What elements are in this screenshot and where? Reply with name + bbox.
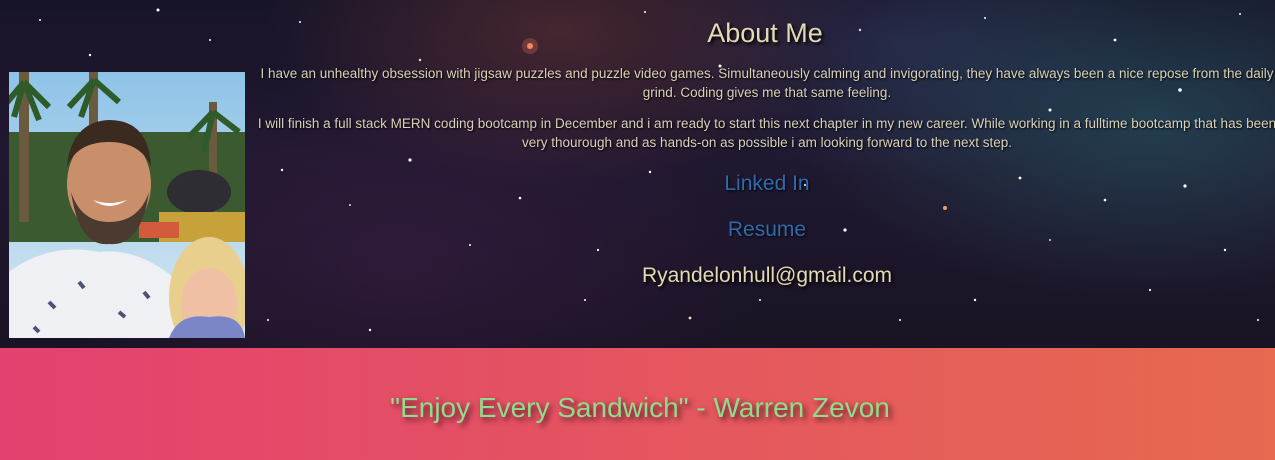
profile-photo	[9, 72, 245, 338]
about-section: About Me I have an unhealthy obsession w…	[0, 0, 1275, 348]
linkedin-link[interactable]: Linked In	[255, 172, 1275, 196]
page: About Me I have an unhealthy obsession w…	[0, 0, 1275, 460]
footer-quote: "Enjoy Every Sandwich" - Warren Zevon	[390, 392, 890, 423]
resume-link[interactable]: Resume	[255, 218, 1275, 242]
about-title: About Me	[707, 18, 823, 48]
email-link[interactable]: Ryandelonhull@gmail.com	[255, 264, 1275, 288]
bio-paragraph-2: I will finish a full stack MERN coding b…	[257, 116, 1275, 150]
bio-paragraph-1: I have an unhealthy obsession with jigsa…	[260, 66, 1274, 100]
footer: "Enjoy Every Sandwich" - Warren Zevon	[0, 348, 1275, 460]
